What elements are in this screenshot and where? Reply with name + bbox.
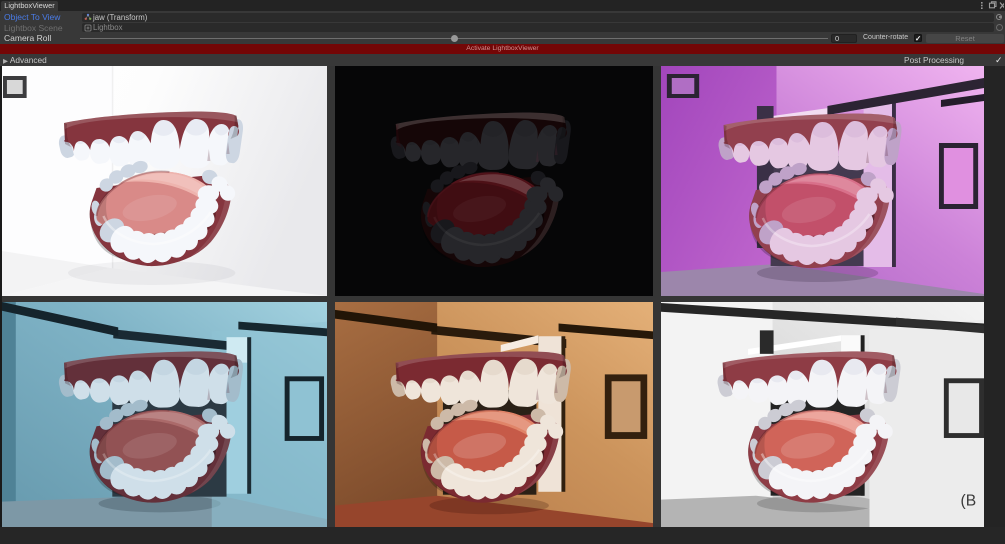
svg-text:(B: (B bbox=[961, 492, 977, 509]
